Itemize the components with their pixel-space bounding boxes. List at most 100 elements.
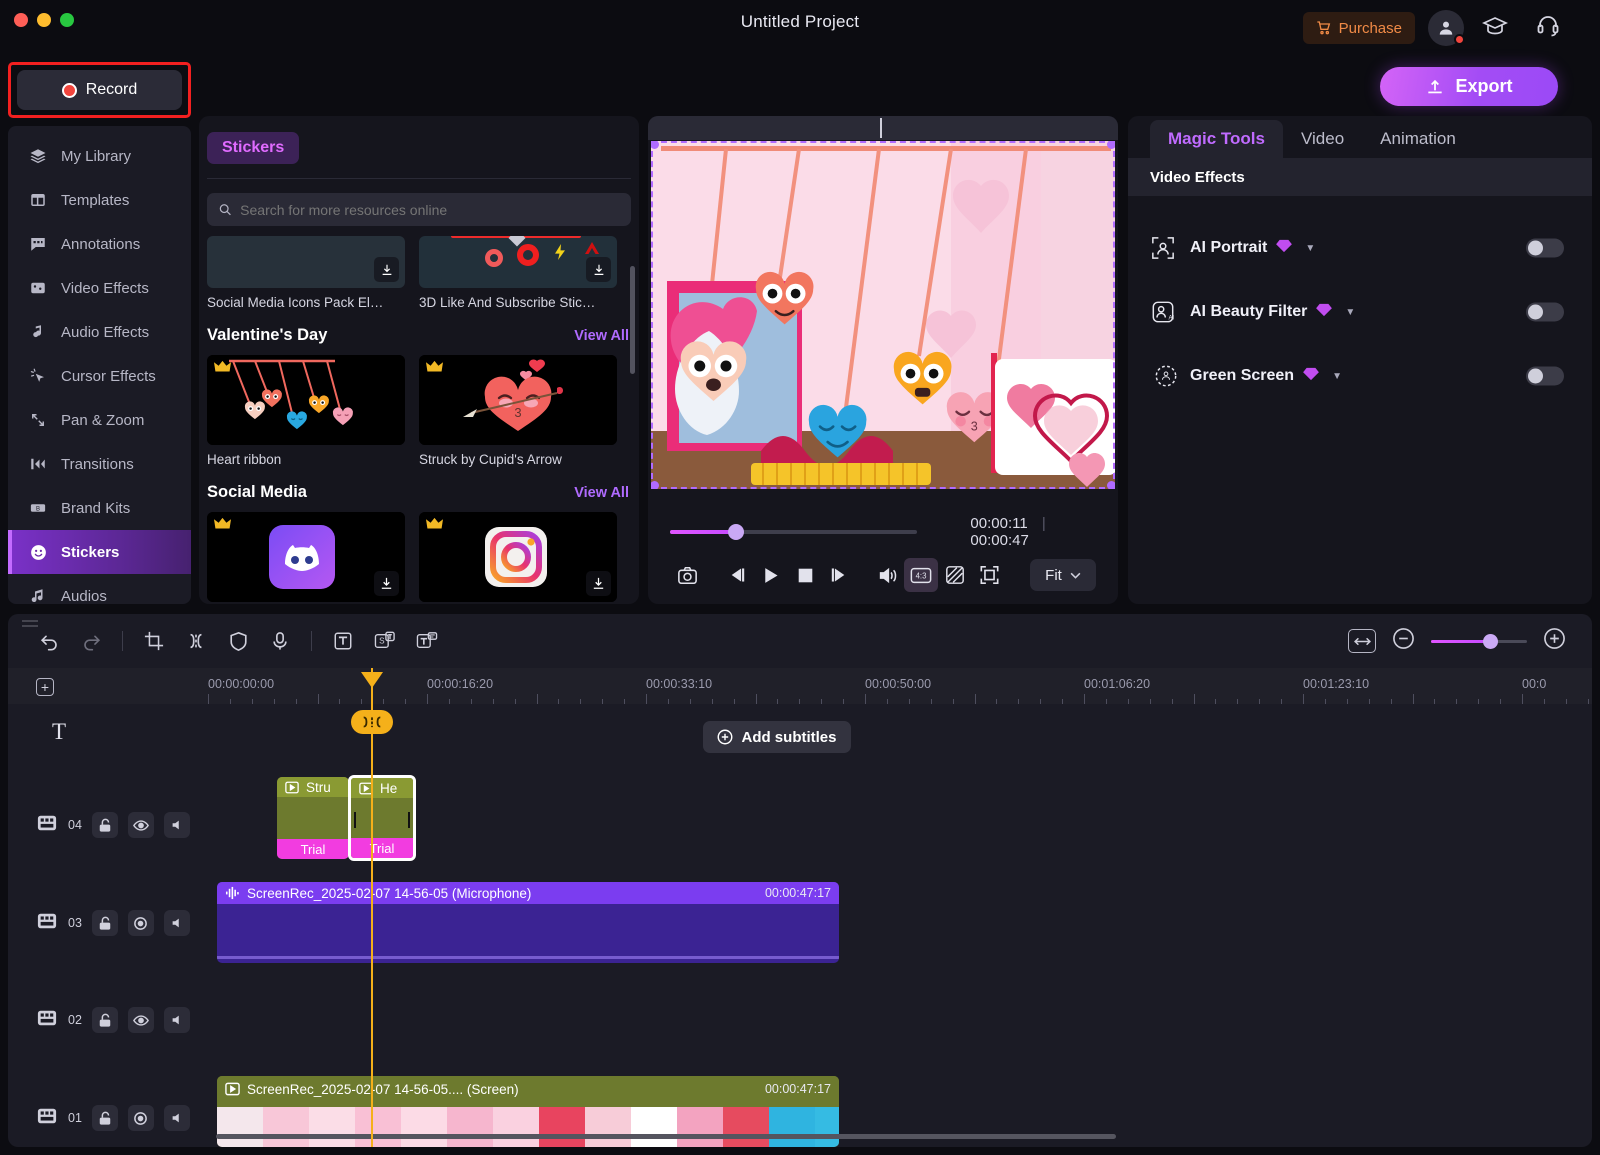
stickers-tag[interactable]: Stickers xyxy=(207,132,300,164)
prev-frame-button[interactable] xyxy=(720,558,754,592)
sidebar-item-cursor-effects[interactable]: Cursor Effects xyxy=(8,354,191,398)
search-input-wrapper[interactable] xyxy=(207,193,631,226)
crop-button[interactable] xyxy=(137,624,171,658)
mute-toggle[interactable] xyxy=(163,812,190,838)
mask-button[interactable] xyxy=(221,624,255,658)
volume-button[interactable] xyxy=(870,558,904,592)
playhead-split-badge[interactable] xyxy=(351,710,393,734)
sidebar-item-audios[interactable]: Audios xyxy=(8,574,191,604)
fullscreen-button[interactable] xyxy=(972,558,1006,592)
resize-handle-tr[interactable] xyxy=(1107,141,1115,149)
sticker-thumbnail-discord[interactable] xyxy=(207,512,405,602)
sidebar-item-templates[interactable]: Templates xyxy=(8,178,191,222)
zoom-slider[interactable] xyxy=(1431,633,1527,649)
visibility-toggle[interactable] xyxy=(127,1105,154,1131)
play-button[interactable] xyxy=(754,558,788,592)
sidebar-item-pan-zoom[interactable]: Pan & Zoom xyxy=(8,398,191,442)
visibility-toggle[interactable] xyxy=(127,1007,154,1033)
timeline-horizontal-scrollbar[interactable] xyxy=(216,1134,1116,1139)
lock-toggle[interactable] xyxy=(91,910,118,936)
mute-toggle[interactable] xyxy=(163,910,190,936)
chevron-down-icon[interactable]: ▼ xyxy=(1305,243,1315,254)
tab-magic-tools[interactable]: Magic Tools xyxy=(1150,120,1283,158)
resize-handle-bl[interactable] xyxy=(651,481,659,489)
lock-toggle[interactable] xyxy=(91,1007,118,1033)
text-button[interactable] xyxy=(326,624,360,658)
sidebar-item-audio-effects[interactable]: Audio Effects xyxy=(8,310,191,354)
no-signal-button[interactable] xyxy=(938,558,972,592)
sticker-thumbnail-heart-ribbon[interactable] xyxy=(207,355,405,445)
next-frame-button[interactable] xyxy=(822,558,856,592)
clip-trim-handle-left[interactable] xyxy=(354,812,356,828)
fit-width-icon[interactable] xyxy=(1348,629,1376,653)
tab-animation[interactable]: Animation xyxy=(1362,120,1474,158)
voiceover-button[interactable] xyxy=(263,624,297,658)
visibility-toggle[interactable] xyxy=(127,910,154,936)
timeline-clip-heart-selected[interactable]: He Trial xyxy=(348,775,416,861)
fit-select[interactable]: Fit xyxy=(1030,559,1096,591)
effect-row-ai-portrait[interactable]: AI Portrait ▼ xyxy=(1128,216,1592,280)
view-all-link[interactable]: View All xyxy=(574,328,629,344)
sidebar-item-brand-kits[interactable]: B Brand Kits xyxy=(8,486,191,530)
lock-toggle[interactable] xyxy=(91,1105,118,1131)
mute-toggle[interactable] xyxy=(163,1105,190,1131)
split-button[interactable] xyxy=(179,624,213,658)
tutorial-button[interactable] xyxy=(1481,15,1509,42)
effect-row-ai-beauty-filter[interactable]: AI AI Beauty Filter ▼ xyxy=(1128,280,1592,344)
sidebar-item-stickers[interactable]: Stickers xyxy=(8,530,191,574)
export-button[interactable]: Export xyxy=(1380,67,1558,106)
timeline-playhead[interactable] xyxy=(351,668,393,1147)
sticker-thumbnail[interactable] xyxy=(419,236,617,288)
effect-row-green-screen[interactable]: Green Screen ▼ xyxy=(1128,344,1592,408)
sticker-thumbnail-cupid-arrow[interactable]: 3 xyxy=(419,355,617,445)
download-icon[interactable] xyxy=(374,571,399,596)
download-icon[interactable] xyxy=(374,257,399,282)
seek-knob[interactable] xyxy=(728,524,744,540)
download-icon[interactable] xyxy=(586,257,611,282)
ai-portrait-toggle[interactable] xyxy=(1526,238,1564,258)
purchase-button[interactable]: Purchase xyxy=(1302,12,1415,44)
sticker-thumbnail-instagram[interactable] xyxy=(419,512,617,602)
view-all-link[interactable]: View All xyxy=(574,485,629,501)
preview-stage[interactable]: 3 xyxy=(651,141,1115,489)
text-to-speech-button[interactable] xyxy=(410,624,444,658)
resize-handle-br[interactable] xyxy=(1107,481,1115,489)
support-button[interactable] xyxy=(1536,14,1560,42)
chevron-down-icon[interactable]: ▼ xyxy=(1345,307,1355,318)
sticker-thumbnail[interactable] xyxy=(207,236,405,288)
sticker-caption: Struck by Cupid's Arrow xyxy=(419,452,562,467)
zoom-in-button[interactable] xyxy=(1543,627,1566,655)
green-screen-toggle[interactable] xyxy=(1526,366,1564,386)
lock-toggle[interactable] xyxy=(91,812,118,838)
tab-video[interactable]: Video xyxy=(1283,120,1362,158)
undo-button[interactable] xyxy=(32,624,66,658)
seek-bar[interactable] xyxy=(670,524,918,540)
timeline-clip-struck[interactable]: Stru Trial xyxy=(277,777,349,859)
ruler-label: 00:00:16:20 xyxy=(427,677,494,691)
stickers-scrollbar[interactable] xyxy=(630,266,635,374)
aspect-ratio-button[interactable]: 4:3 xyxy=(904,558,938,592)
chevron-down-icon[interactable]: ▼ xyxy=(1332,371,1342,382)
speech-to-text-button[interactable]: S xyxy=(368,624,402,658)
record-button[interactable]: Record xyxy=(17,70,182,110)
download-icon[interactable] xyxy=(586,571,611,596)
account-button[interactable] xyxy=(1428,10,1465,46)
timeline-ruler[interactable]: + 00:00:00:00 00:00:16:20 00:00:33:10 00… xyxy=(8,668,1592,704)
redo-button[interactable] xyxy=(74,624,108,658)
sidebar-item-video-effects[interactable]: Video Effects xyxy=(8,266,191,310)
snapshot-button[interactable] xyxy=(670,558,704,592)
add-track-button[interactable]: + xyxy=(36,678,54,696)
add-subtitles-button[interactable]: Add subtitles xyxy=(703,721,851,753)
search-input[interactable] xyxy=(240,201,620,218)
sidebar-item-my-library[interactable]: My Library xyxy=(8,134,191,178)
zoom-slider-knob[interactable] xyxy=(1483,633,1498,649)
clip-trim-handle-right[interactable] xyxy=(408,812,410,828)
ai-beauty-filter-toggle[interactable] xyxy=(1526,302,1564,322)
sidebar-item-transitions[interactable]: Transitions xyxy=(8,442,191,486)
timeline-clip-microphone[interactable]: ScreenRec_2025-02-07 14-56-05 (Microphon… xyxy=(217,882,839,963)
mute-toggle[interactable] xyxy=(163,1007,190,1033)
stop-button[interactable] xyxy=(788,558,822,592)
zoom-out-button[interactable] xyxy=(1392,627,1415,655)
sidebar-item-annotations[interactable]: Annotations xyxy=(8,222,191,266)
visibility-toggle[interactable] xyxy=(127,812,154,838)
